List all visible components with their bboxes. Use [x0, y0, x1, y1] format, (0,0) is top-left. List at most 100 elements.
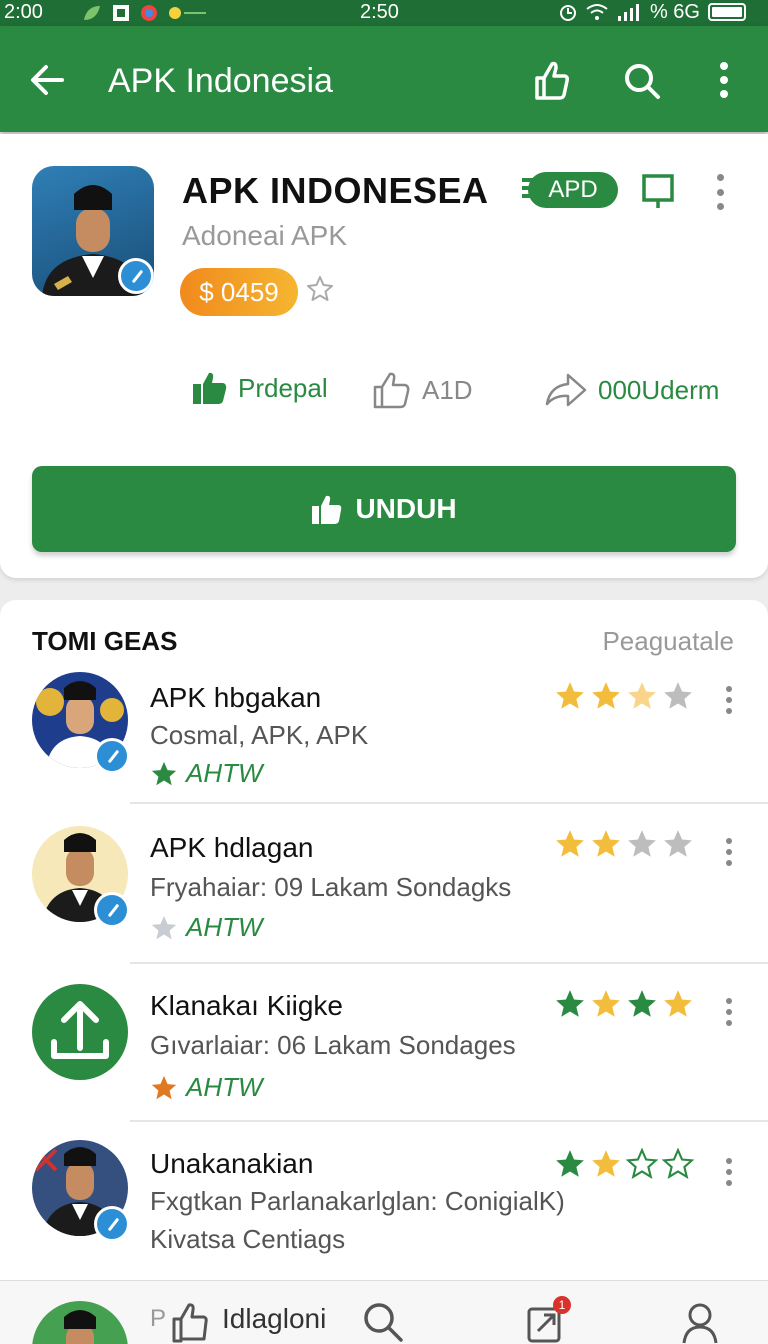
leaf-icon: [84, 6, 100, 20]
status-time-center: 2:50: [360, 1, 399, 23]
like-stat-label: Prdepal: [238, 372, 328, 403]
share-stat-label: 000Uderm: [598, 374, 720, 405]
back-arrow-icon[interactable]: [28, 60, 68, 100]
app-icon: [32, 166, 154, 296]
profile-avatar[interactable]: [32, 1301, 128, 1344]
list-item-tag-label: AHTW: [186, 1072, 263, 1102]
edit-badge-icon[interactable]: [94, 892, 130, 928]
rate-stat-label: A1D: [422, 374, 473, 405]
app-name: APK INDONESEA: [182, 170, 489, 211]
rating-star-icon: [628, 682, 656, 709]
rate-stat[interactable]: A1D: [372, 370, 473, 410]
list-item[interactable]: APK hdlagan Fryahaiar: 09 Lakam Sondagks…: [0, 826, 768, 964]
rating-star-icon: [556, 830, 584, 857]
list-item-desc-secondary: Kivatsa Centiags: [150, 1224, 346, 1254]
rating-star-icon: [592, 1150, 620, 1177]
dots-icon: [169, 7, 206, 19]
avatar: [32, 984, 128, 1080]
star-icon: [151, 1075, 177, 1099]
divider: [130, 1120, 768, 1122]
list-item-desc: Cosmal, APK, APK: [150, 720, 369, 750]
nav-profile-icon[interactable]: [680, 1301, 720, 1344]
rating-star-icon: [626, 1148, 658, 1180]
list-item-more-icon[interactable]: [724, 1158, 734, 1186]
list-item-desc: Fxgtkan Parlanakarlglan: ConigialK): [150, 1186, 565, 1216]
star-icon: [151, 915, 177, 939]
share-stat[interactable]: 000Uderm: [544, 370, 719, 410]
list-item-desc: Fryahaiar: 09 Lakam Sondagks: [150, 872, 512, 902]
share-arrow-icon: [545, 373, 587, 407]
thumbs-up-filled-icon: [193, 372, 227, 404]
rating-star-icon: [556, 1150, 584, 1177]
status-right: % 6G: [558, 0, 746, 24]
rating-star-icon: [662, 1148, 694, 1180]
download-button-label: UNDUH: [355, 493, 457, 524]
status-bar: 2:00 2:50 % 6G: [0, 0, 768, 26]
nav-label[interactable]: Idlagloni: [222, 1303, 326, 1335]
screen-icon[interactable]: [640, 172, 676, 212]
rating-star-icon: [664, 682, 692, 709]
person-avatar-icon: [64, 1310, 96, 1344]
list-item-tag: AHTW: [150, 1072, 263, 1103]
list-item-name: APK hdlagan: [150, 832, 314, 863]
list-item[interactable]: Klanakaı Kiigke Gıvarlaiar: 06 Lakam Son…: [0, 984, 768, 1122]
developer-name: Adoneai APK: [182, 220, 348, 251]
divider: [130, 802, 768, 804]
edit-badge-icon[interactable]: [94, 738, 130, 774]
rating-star-icon: [556, 990, 584, 1017]
status-time-left: 2:00: [4, 1, 43, 23]
list-item-more-icon[interactable]: [724, 686, 734, 714]
like-stat[interactable]: Prdepal: [192, 370, 328, 406]
upload-icon: [51, 1001, 109, 1059]
edit-badge-icon[interactable]: [94, 1206, 130, 1242]
list-item-tag: AHTW: [150, 912, 263, 943]
notification-badge: 1: [553, 1296, 571, 1314]
download-button[interactable]: UNDUH: [32, 466, 736, 552]
favorite-star-icon[interactable]: [305, 274, 335, 304]
list-item-tag-label: AHTW: [186, 758, 263, 788]
thumbs-up-icon: [312, 495, 342, 524]
divider: [130, 962, 768, 964]
overflow-menu-icon[interactable]: [704, 58, 744, 102]
rating-stars: [554, 828, 694, 860]
list-item[interactable]: Unakanakian Fxgtkan Parlanakarlglan: Con…: [0, 1140, 768, 1280]
nav-prefix: P: [150, 1305, 167, 1332]
rating-stars: [554, 680, 694, 712]
image-icon: [113, 5, 129, 21]
chrome-icon: [141, 5, 157, 21]
battery-text: % 6G: [649, 0, 700, 23]
rating-star-icon: [628, 990, 656, 1017]
nav-like-icon[interactable]: [170, 1299, 210, 1343]
list-item[interactable]: APK hbgakan Cosmal, APK, APK AHTW: [0, 672, 768, 804]
list-item-tag-label: AHTW: [186, 912, 263, 942]
price-badge[interactable]: $ 0459: [180, 268, 298, 316]
card-more-icon[interactable]: [714, 174, 726, 210]
rating-star-icon: [664, 830, 692, 857]
list-item-more-icon[interactable]: [724, 838, 734, 866]
rating-stars: [554, 988, 694, 1020]
list-item-desc: Gıvarlaiar: 06 Lakam Sondages: [150, 1030, 516, 1060]
bottom-navigation: P Idlagloni 1: [0, 1280, 768, 1344]
like-icon[interactable]: [532, 58, 572, 102]
search-icon[interactable]: [622, 58, 662, 102]
star-icon: [151, 761, 177, 785]
list-item-tag: AHTW: [150, 758, 263, 789]
nav-search-icon[interactable]: [362, 1301, 404, 1343]
rating-star-icon: [592, 682, 620, 709]
rating-star-icon: [664, 990, 692, 1017]
edit-badge-icon[interactable]: [118, 258, 154, 294]
rating-star-icon: [628, 830, 656, 857]
app-bar-title: APK Indonesia: [108, 62, 333, 100]
battery-icon: [708, 3, 746, 21]
thumbs-up-outline-icon: [373, 372, 410, 409]
apd-badge: APD: [522, 172, 618, 208]
list-item-name: Unakanakian: [150, 1148, 314, 1179]
list-item-more-icon[interactable]: [724, 998, 734, 1026]
rating-star-icon: [556, 682, 584, 709]
notification-icons: [82, 4, 208, 22]
rating-star-icon: [592, 830, 620, 857]
wifi-icon: [586, 4, 608, 20]
section-link[interactable]: Peaguatale: [602, 626, 734, 657]
app-bar: APK Indonesia: [0, 26, 768, 132]
rating-stars: [554, 1148, 694, 1180]
